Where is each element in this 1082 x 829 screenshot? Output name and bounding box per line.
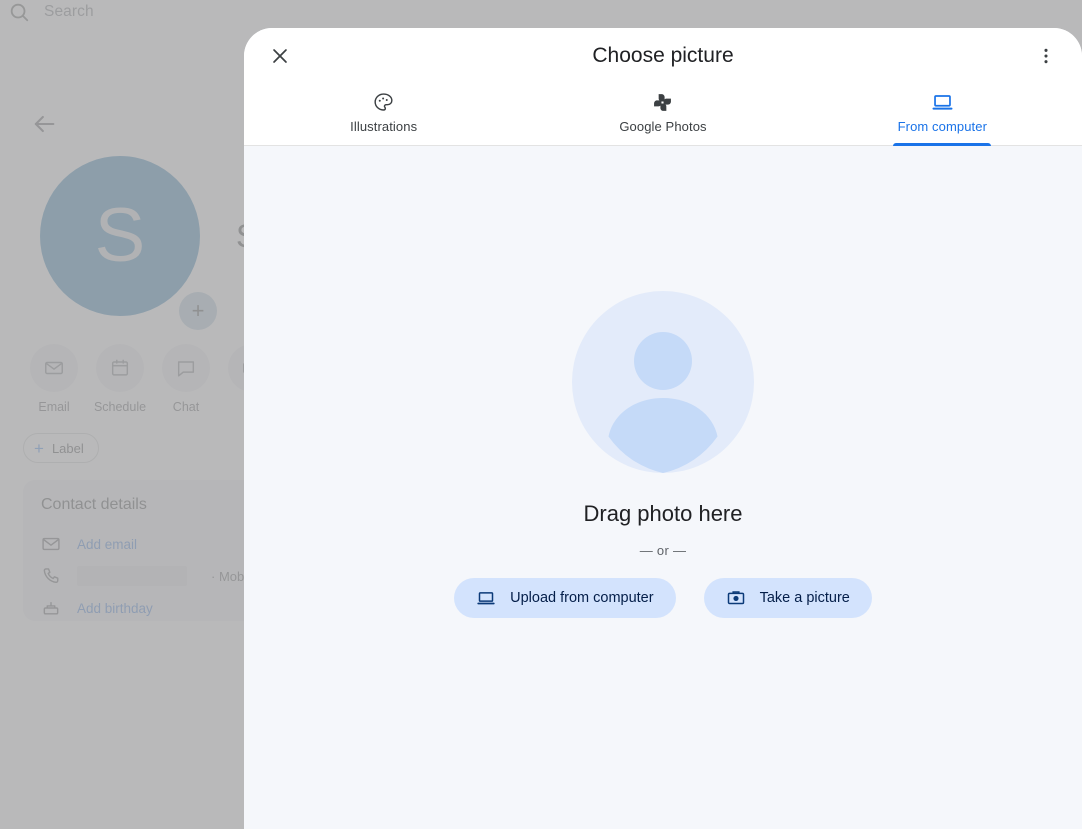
tab-from-computer[interactable]: From computer	[803, 84, 1082, 146]
or-separator: — or —	[639, 543, 687, 558]
person-avatar-placeholder-icon	[572, 291, 754, 473]
from-computer-panel: Drag photo here — or — Upload from compu…	[244, 146, 1082, 829]
tab-illustrations[interactable]: Illustrations	[244, 84, 523, 145]
button-label: Upload from computer	[510, 590, 654, 606]
dialog-title: Choose picture	[592, 44, 734, 67]
palette-icon	[372, 90, 395, 114]
tab-label: Illustrations	[350, 119, 418, 134]
close-button[interactable]	[260, 36, 300, 76]
tab-google-photos[interactable]: Google Photos	[523, 84, 802, 145]
tab-underline	[893, 143, 992, 146]
dialog-titlebar: Choose picture	[244, 28, 1082, 84]
dialog-tabs: Illustrations Google Photos From compute…	[244, 84, 1082, 146]
take-a-picture-button[interactable]: Take a picture	[703, 578, 872, 618]
tab-label: Google Photos	[619, 119, 707, 134]
more-options-button[interactable]	[1026, 36, 1066, 76]
laptop-icon	[476, 588, 496, 608]
pinwheel-icon	[651, 90, 674, 114]
dialog-header: Choose picture Illustrations Google Phot…	[244, 28, 1082, 146]
camera-icon	[726, 588, 746, 608]
drag-photo-text: Drag photo here	[583, 501, 743, 526]
choose-picture-dialog: Choose picture Illustrations Google Phot…	[244, 28, 1082, 829]
screen: Search S + S Email	[0, 0, 1082, 829]
button-label: Take a picture	[759, 590, 850, 606]
upload-actions: Upload from computer Take a picture	[454, 578, 872, 618]
tab-label: From computer	[897, 119, 988, 134]
upload-from-computer-button[interactable]: Upload from computer	[454, 578, 676, 618]
laptop-icon	[931, 90, 954, 114]
